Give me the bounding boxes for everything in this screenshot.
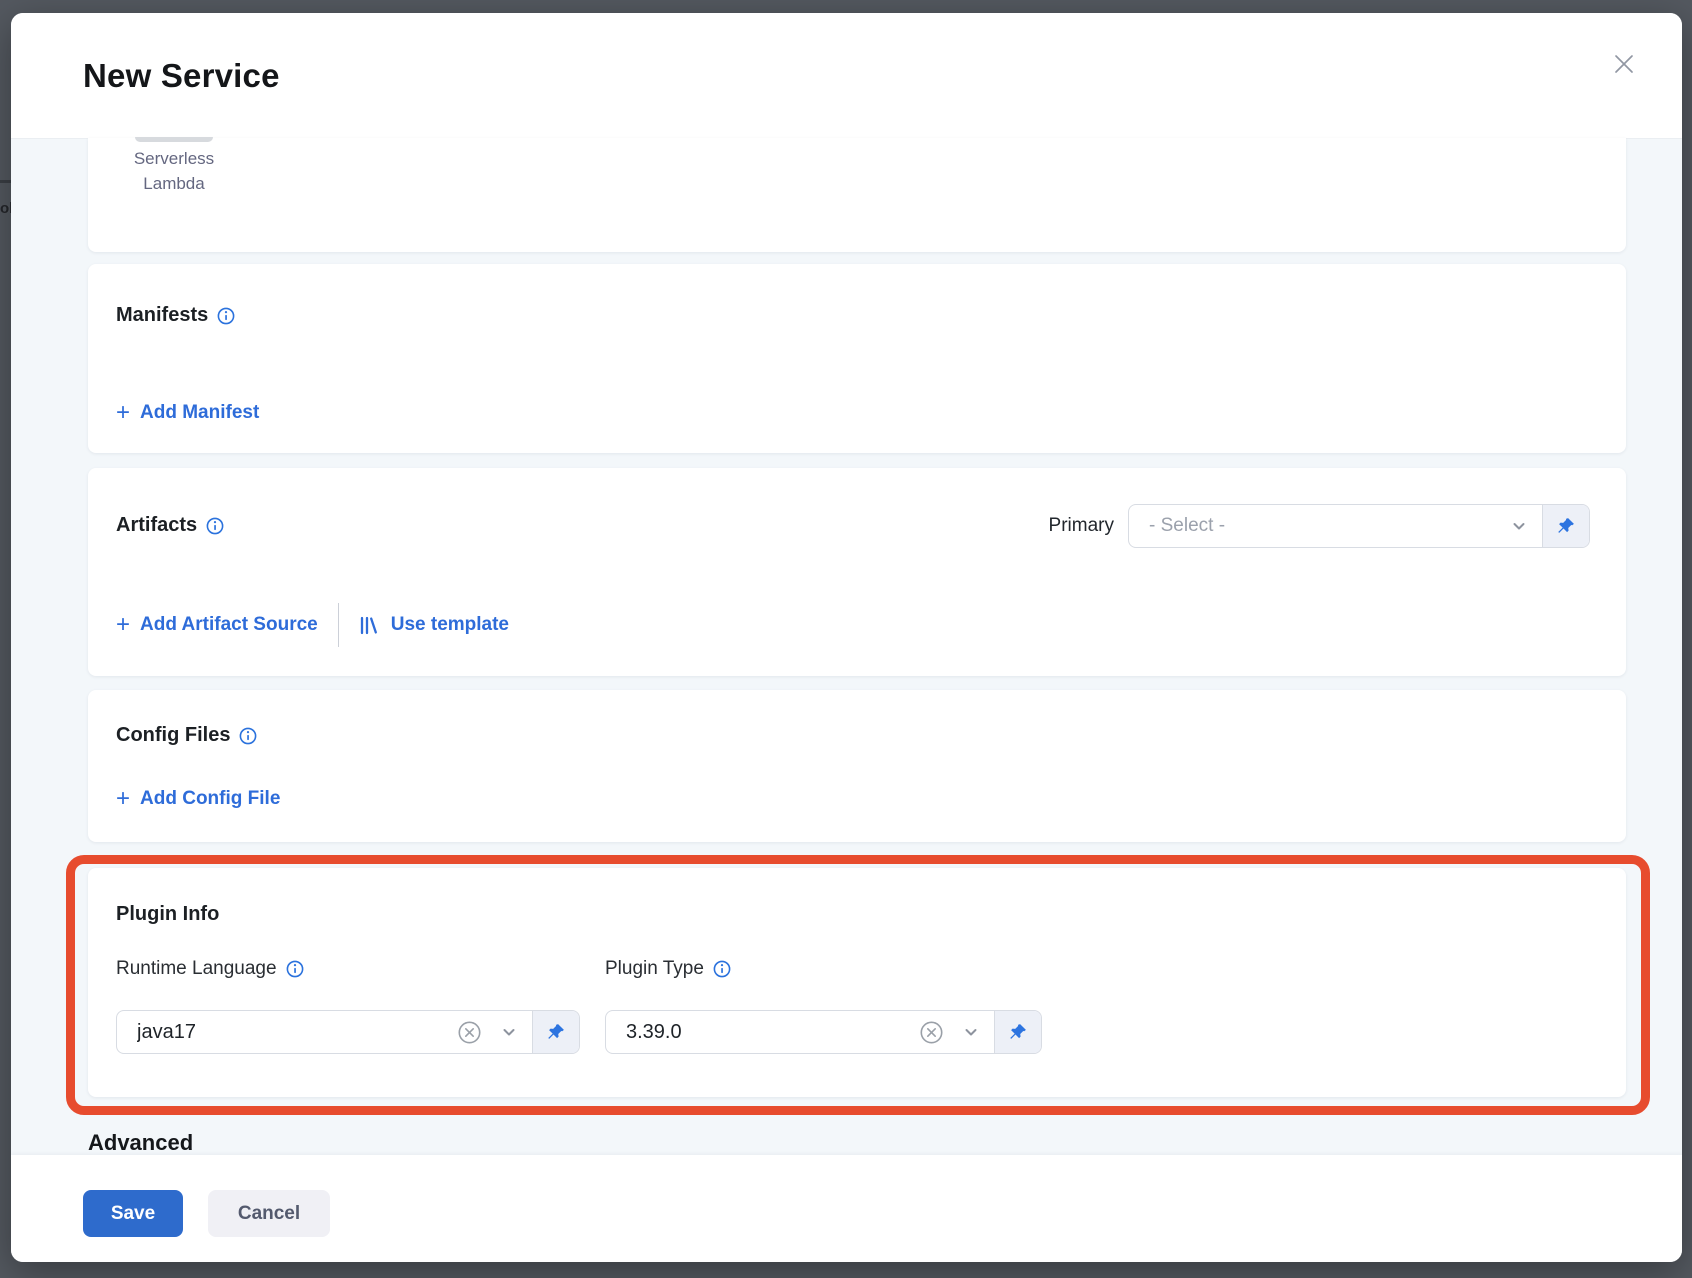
add-artifact-source-button[interactable]: + Add Artifact Source bbox=[116, 614, 318, 636]
pushpin-icon bbox=[1556, 516, 1576, 536]
primary-label: Primary bbox=[1049, 515, 1114, 537]
background-text-fragment: ol bbox=[0, 200, 11, 217]
use-template-button[interactable]: Use template bbox=[358, 614, 509, 636]
pushpin-icon bbox=[546, 1022, 566, 1042]
config-files-info-button[interactable] bbox=[239, 727, 257, 745]
primary-artifact-combo: - Select - bbox=[1128, 504, 1590, 548]
chevron-down-icon bbox=[962, 1023, 980, 1041]
plus-icon: + bbox=[116, 615, 130, 635]
plugin-type-input[interactable] bbox=[626, 1021, 901, 1044]
runtime-language-dropdown-button[interactable] bbox=[500, 1023, 518, 1041]
artifacts-heading: Artifacts bbox=[116, 514, 224, 537]
add-manifest-button[interactable]: + Add Manifest bbox=[116, 402, 259, 424]
runtime-language-input[interactable] bbox=[137, 1021, 439, 1044]
runtime-language-clear-button[interactable] bbox=[457, 1020, 482, 1045]
config-files-heading: Config Files bbox=[116, 724, 257, 747]
info-icon bbox=[206, 517, 224, 535]
save-button[interactable]: Save bbox=[83, 1190, 183, 1237]
runtime-language-combo bbox=[116, 1010, 580, 1054]
service-tile-serverless-lambda[interactable] bbox=[135, 137, 213, 142]
manifests-info-button[interactable] bbox=[217, 307, 235, 325]
plugin-type-info-button[interactable] bbox=[713, 960, 731, 978]
plugin-type-dropdown-button[interactable] bbox=[962, 1023, 980, 1041]
plugin-type-label: Plugin Type bbox=[605, 958, 731, 980]
runtime-language-pin-button[interactable] bbox=[532, 1011, 579, 1053]
config-files-card: Config Files + Add Config File bbox=[88, 690, 1626, 842]
plugin-type-pin-button[interactable] bbox=[994, 1011, 1041, 1053]
artifacts-info-button[interactable] bbox=[206, 517, 224, 535]
runtime-language-info-button[interactable] bbox=[286, 960, 304, 978]
info-icon bbox=[713, 960, 731, 978]
primary-artifact-select[interactable]: - Select - bbox=[1129, 505, 1542, 547]
background-page-sliver: ol bbox=[0, 0, 11, 1278]
plugin-type-combo bbox=[605, 1010, 1042, 1054]
chevron-down-icon bbox=[500, 1023, 518, 1041]
plugin-info-card: Plugin Info Runtime Language Plugin Type bbox=[88, 868, 1626, 1097]
plus-icon: + bbox=[116, 403, 130, 423]
info-icon bbox=[239, 727, 257, 745]
template-library-icon bbox=[358, 615, 379, 636]
pushpin-icon bbox=[1008, 1022, 1028, 1042]
background-divider bbox=[0, 180, 11, 183]
plus-icon: + bbox=[116, 789, 130, 809]
new-service-modal: New Service Serverless Lambda Manifests … bbox=[11, 13, 1682, 1262]
vertical-divider bbox=[338, 603, 339, 647]
chevron-down-icon bbox=[1510, 517, 1528, 535]
clear-circle-icon bbox=[919, 1020, 944, 1045]
close-icon bbox=[1611, 51, 1637, 77]
plugin-info-heading: Plugin Info bbox=[116, 903, 219, 926]
clear-circle-icon bbox=[457, 1020, 482, 1045]
artifacts-card: Artifacts Primary - Select - bbox=[88, 468, 1626, 676]
modal-footer: Save Cancel bbox=[11, 1155, 1682, 1262]
manifests-heading: Manifests bbox=[116, 304, 235, 327]
info-icon bbox=[217, 307, 235, 325]
primary-artifact-row: Primary - Select - bbox=[1049, 504, 1590, 548]
manifests-card: Manifests + Add Manifest bbox=[88, 264, 1626, 453]
advanced-heading: Advanced bbox=[88, 1130, 193, 1156]
info-icon bbox=[286, 960, 304, 978]
add-config-file-button[interactable]: + Add Config File bbox=[116, 788, 280, 810]
service-tile-label: Serverless Lambda bbox=[114, 146, 234, 196]
cancel-button[interactable]: Cancel bbox=[208, 1190, 330, 1237]
primary-select-placeholder: - Select - bbox=[1149, 515, 1492, 537]
runtime-language-label: Runtime Language bbox=[116, 958, 304, 980]
primary-pin-button[interactable] bbox=[1542, 505, 1589, 547]
service-type-card: Serverless Lambda bbox=[88, 138, 1626, 252]
plugin-type-clear-button[interactable] bbox=[919, 1020, 944, 1045]
page-title: New Service bbox=[83, 57, 280, 95]
modal-header: New Service bbox=[11, 13, 1682, 138]
close-button[interactable] bbox=[1610, 50, 1638, 78]
